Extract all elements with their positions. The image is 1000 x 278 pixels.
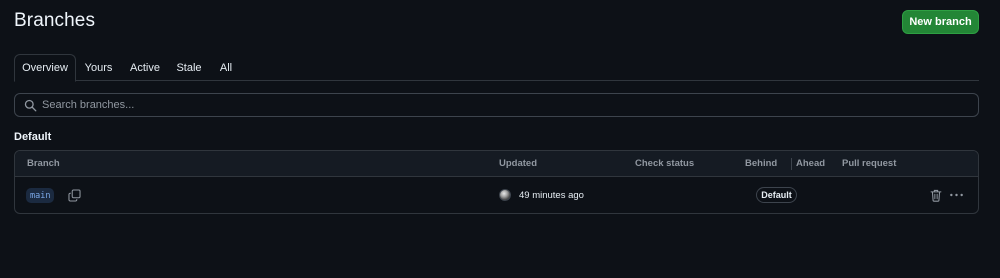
tab-overview[interactable]: Overview (14, 54, 76, 82)
default-badge: Default (756, 187, 797, 203)
copy-icon[interactable] (68, 189, 81, 202)
search-input[interactable] (42, 96, 962, 114)
page-title: Branches (14, 10, 96, 31)
branch-name-link[interactable]: main (26, 188, 55, 203)
column-header-check-status: Check status (635, 158, 695, 169)
section-title-default: Default (14, 131, 52, 143)
column-header-branch: Branch (27, 158, 60, 169)
branches-page: Branches New branch Overview Yours Activ… (0, 0, 1000, 278)
tab-stale[interactable]: Stale (173, 54, 205, 81)
column-header-behind: Behind (745, 158, 778, 169)
tab-active[interactable]: Active (125, 54, 165, 81)
branches-table: Branch Updated Check status Behind Ahead… (14, 150, 979, 214)
table-header: Branch Updated Check status Behind Ahead… (15, 151, 978, 177)
behind-ahead-divider (791, 158, 792, 170)
new-branch-button[interactable]: New branch (902, 10, 979, 34)
column-header-updated: Updated (499, 158, 537, 169)
column-header-ahead: Ahead (796, 158, 826, 169)
table-row: main 49 minutes ago Default (15, 178, 978, 213)
avatar[interactable] (499, 189, 511, 201)
branch-tabs: Overview Yours Active Stale All (14, 54, 979, 82)
updated-time: 49 minutes ago (519, 190, 584, 201)
tab-yours[interactable]: Yours (80, 54, 117, 81)
column-header-pull-request: Pull request (842, 158, 897, 169)
search-icon (24, 99, 37, 112)
tab-all[interactable]: All (214, 54, 238, 81)
search-box (14, 93, 979, 117)
trash-icon[interactable] (930, 189, 942, 202)
kebab-menu-icon[interactable] (949, 190, 964, 200)
